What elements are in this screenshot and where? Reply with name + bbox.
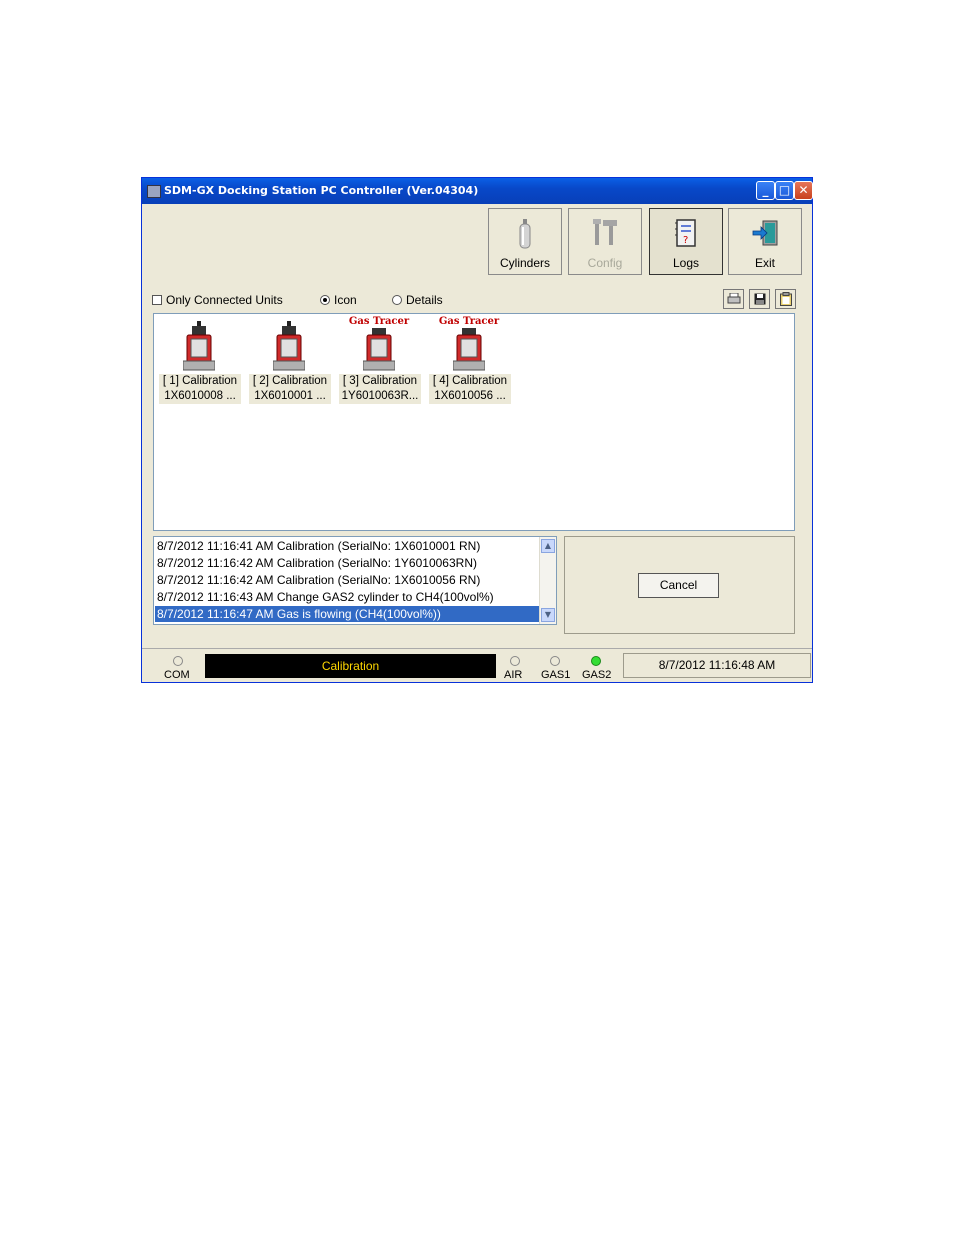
cylinders-label: Cylinders (499, 256, 550, 270)
app-icon (147, 185, 161, 198)
close-button[interactable]: ✕ (794, 181, 813, 200)
details-view-label: Details (406, 293, 443, 307)
title-bar[interactable]: SDM-GX Docking Station PC Controller (Ve… (142, 178, 813, 204)
docking-unit-icon (453, 328, 485, 371)
log-entry-selected[interactable]: 8/7/2012 11:16:47 AM Gas is flowing (CH4… (155, 606, 543, 622)
exit-door-icon (752, 220, 778, 246)
log-list[interactable]: 8/7/2012 11:16:41 AM Calibration (Serial… (153, 536, 557, 625)
tools-icon (593, 219, 617, 245)
clipboard-icon (779, 292, 792, 306)
unit-status-text: [ 1] Calibration (162, 375, 238, 387)
maximize-icon: □ (778, 183, 791, 197)
radio-selected-icon (320, 295, 330, 305)
config-button[interactable]: Config (568, 208, 642, 275)
docking-unit-icon (183, 321, 215, 371)
icon-view-radio[interactable]: Icon (320, 293, 357, 307)
action-panel: Cancel (564, 536, 795, 634)
chevron-down-icon: ▼ (544, 610, 552, 619)
checkbox-box (152, 295, 162, 305)
chevron-up-icon: ▲ (544, 541, 552, 550)
gas1-led-icon (550, 656, 560, 666)
logs-label: Logs (672, 256, 700, 270)
scroll-up-button[interactable]: ▲ (541, 539, 555, 553)
gas1-label: GAS1 (541, 669, 571, 681)
unit-caption: [ 1] Calibration 1X6010008 ... (159, 374, 241, 404)
cylinder-icon (519, 219, 531, 249)
config-label: Config (587, 256, 623, 270)
exit-button[interactable]: Exit (728, 208, 802, 275)
unit-caption: [ 3] Calibration 1Y6010063R... (339, 374, 421, 404)
floppy-disk-icon (754, 293, 765, 305)
status-datetime: 8/7/2012 11:16:48 AM (623, 653, 811, 678)
unit-status-text: [ 4] Calibration (432, 375, 508, 387)
docking-unit-icon (363, 328, 395, 371)
unit-status-text: [ 2] Calibration (252, 375, 328, 387)
log-scrollbar[interactable]: ▲ ▼ (539, 537, 556, 624)
cylinders-button[interactable]: Cylinders (488, 208, 562, 275)
logs-button[interactable]: ? Logs (649, 208, 723, 275)
print-button[interactable] (723, 289, 744, 309)
log-entry[interactable]: 8/7/2012 11:16:42 AM Calibration (Serial… (157, 572, 480, 588)
unit-caption: [ 2] Calibration 1X6010001 ... (249, 374, 331, 404)
printer-icon (727, 292, 740, 304)
window-title: SDM-GX Docking Station PC Controller (Ve… (164, 184, 479, 197)
only-connected-checkbox[interactable]: Only Connected Units (152, 293, 283, 307)
log-entry[interactable]: 8/7/2012 11:16:42 AM Calibration (Serial… (157, 555, 477, 571)
unit-serial-text: 1X6010001 ... (254, 390, 326, 402)
minimize-icon: _ (762, 183, 769, 197)
exit-label: Exit (754, 256, 775, 270)
unit-status-text: [ 3] Calibration (342, 375, 418, 387)
com-led-icon (173, 656, 183, 666)
maximize-button[interactable]: □ (775, 181, 794, 200)
svg-text:?: ? (683, 235, 688, 246)
app-window: SDM-GX Docking Station PC Controller (Ve… (141, 177, 813, 683)
radio-unselected-icon (392, 295, 402, 305)
com-label: COM (164, 669, 190, 681)
cancel-button[interactable]: Cancel (638, 573, 719, 598)
only-connected-label: Only Connected Units (166, 293, 283, 307)
air-label: AIR (504, 669, 523, 681)
save-button[interactable] (749, 289, 770, 309)
log-entry[interactable]: 8/7/2012 11:16:41 AM Calibration (Serial… (157, 538, 480, 554)
logbook-icon: ? (675, 219, 696, 247)
unit-serial-text: 1X6010056 ... (434, 390, 506, 402)
gas2-label: GAS2 (582, 669, 612, 681)
gas2-led-icon (591, 656, 601, 666)
air-led-icon (510, 656, 520, 666)
close-icon: ✕ (798, 183, 809, 197)
minimize-button[interactable]: _ (756, 181, 775, 200)
icon-view-label: Icon (334, 293, 357, 307)
docking-unit-icon (273, 321, 305, 371)
unit-serial-text: 1Y6010063R... (341, 390, 419, 402)
unit-caption: [ 4] Calibration 1X6010056 ... (429, 374, 511, 404)
details-view-radio[interactable]: Details (392, 293, 443, 307)
mode-display: Calibration (205, 654, 496, 678)
log-entry[interactable]: 8/7/2012 11:16:43 AM Change GAS2 cylinde… (157, 589, 494, 605)
unit-serial-text: 1X6010008 ... (164, 390, 236, 402)
units-panel[interactable]: [ 1] Calibration 1X6010008 ... [ 2] Cali… (153, 313, 795, 531)
clipboard-button[interactable] (775, 289, 796, 309)
scroll-down-button[interactable]: ▼ (541, 608, 555, 622)
status-bar: COM Calibration AIR GAS1 GAS2 8/7/2012 1… (142, 648, 812, 683)
